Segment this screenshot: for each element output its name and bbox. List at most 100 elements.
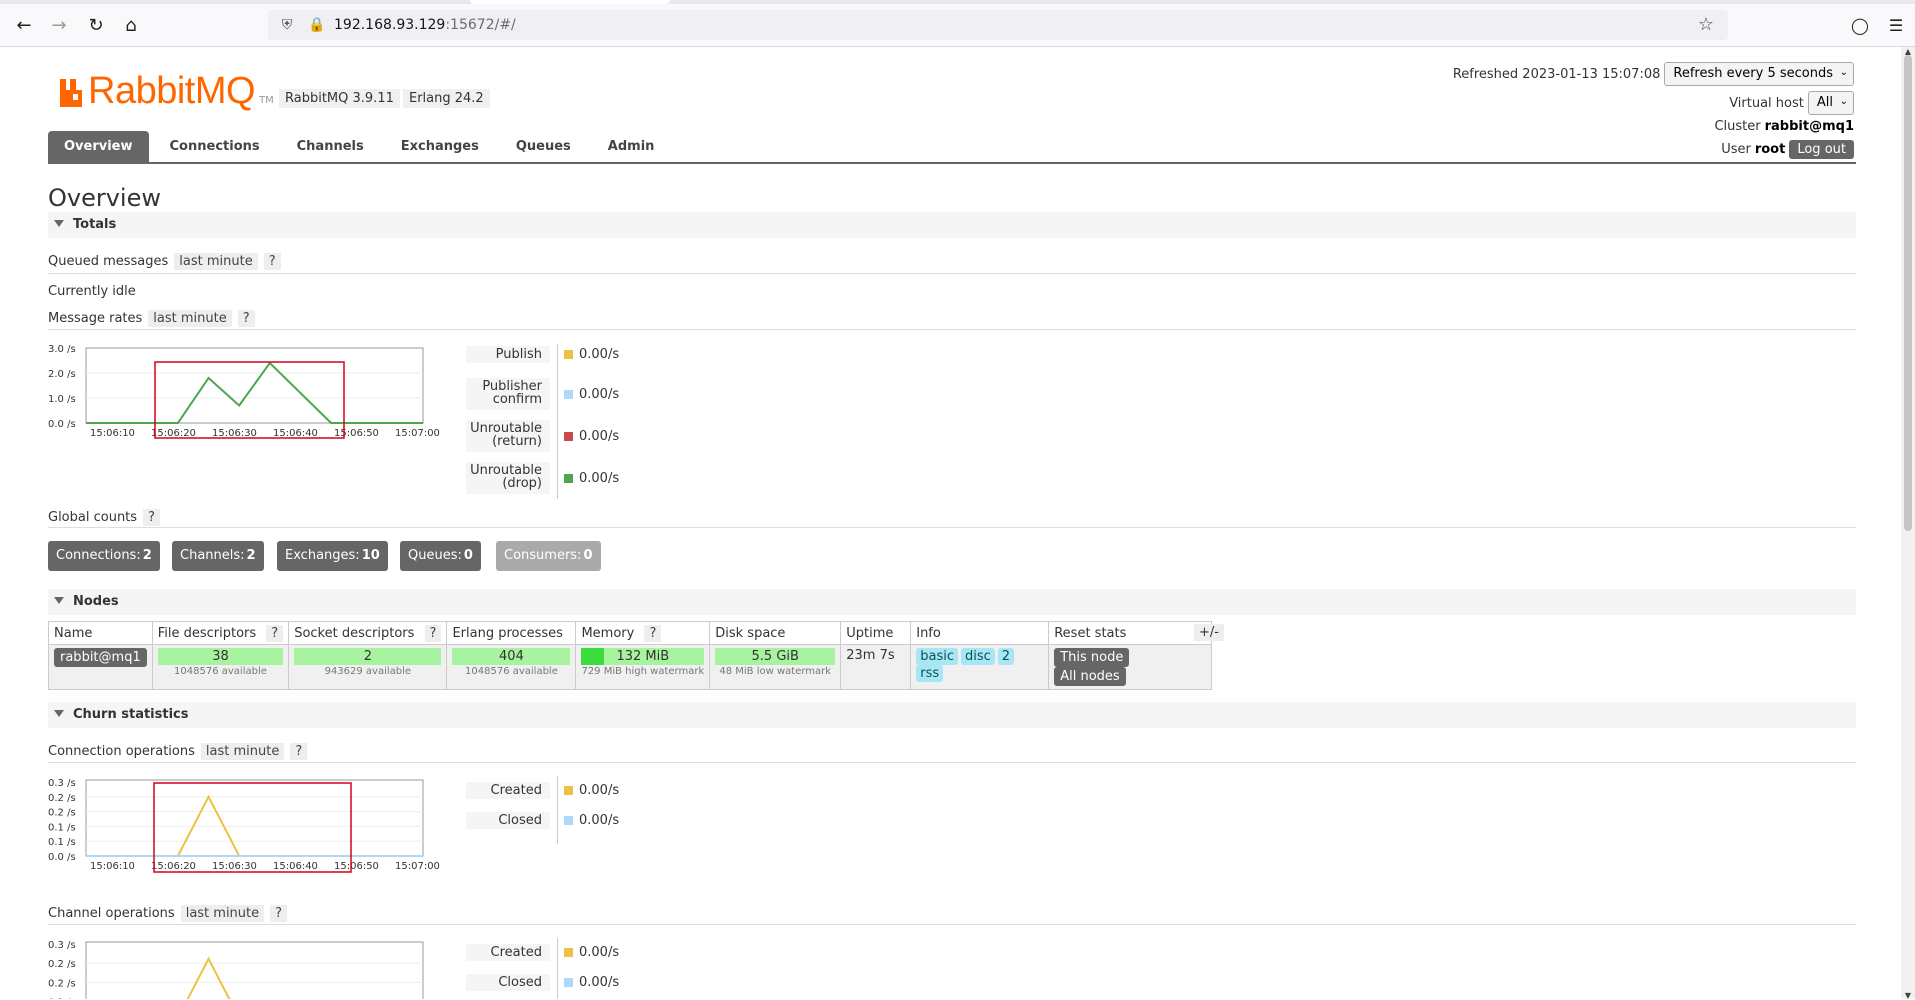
page-title: Overview	[48, 184, 161, 212]
scroll-thumb[interactable]	[1904, 55, 1912, 531]
scroll-up-icon[interactable]: ▲	[1903, 47, 1913, 56]
channel-ops-heading: Channel operations last minute ?	[48, 905, 288, 922]
info-badge[interactable]: 2	[997, 648, 1015, 665]
active-tab-edge[interactable]	[470, 0, 670, 4]
global-counts-heading: Global counts ?	[48, 509, 160, 526]
tab-connections[interactable]: Connections	[154, 131, 276, 163]
reset-this-node-button[interactable]: This node	[1054, 648, 1130, 667]
x-tick-label: 15:06:40	[273, 861, 318, 872]
legend-value: 0.00/s	[579, 470, 620, 486]
legend-name: Publisher confirm	[466, 378, 550, 410]
queued-range-pill[interactable]: last minute	[174, 253, 258, 270]
col-help-button[interactable]: ?	[644, 624, 662, 642]
back-icon[interactable]: ←	[11, 12, 37, 38]
cluster-name[interactable]: rabbit@mq1	[1765, 119, 1854, 134]
count-value: 2	[142, 548, 152, 563]
legend-name: Unroutable (return)	[466, 420, 550, 452]
vhost-select[interactable]: All ⌄	[1807, 91, 1854, 115]
fd-bar: 38	[157, 648, 284, 665]
toggle-columns-button[interactable]: +/-	[1194, 624, 1224, 641]
y-tick-label: 0.2 /s	[48, 978, 76, 989]
scroll-down-icon[interactable]: ▼	[1903, 991, 1913, 1000]
section-totals[interactable]: Totals	[48, 212, 1856, 238]
info-cell: basic disc 2 rss	[910, 644, 1050, 690]
lock-insecure-icon[interactable]: 🔒	[306, 14, 328, 36]
legend-row-publisher-confirm: Publisher confirm 0.00/s	[466, 378, 619, 410]
ep-bar: 404	[452, 648, 571, 665]
logo-trademark: TM	[259, 95, 274, 106]
tab-overview[interactable]: Overview	[48, 131, 149, 163]
col-header: Uptime	[840, 621, 912, 645]
logout-button[interactable]: Log out	[1789, 140, 1854, 159]
global-counts-help-button[interactable]: ?	[143, 509, 160, 526]
y-tick-label: 3.0 /s	[48, 344, 76, 355]
page-scrollbar[interactable]: ▲ ▼	[1901, 47, 1915, 1000]
refresh-interval-select[interactable]: Refresh every 5 seconds ⌄	[1664, 62, 1854, 86]
count-label: Consumers:	[504, 548, 582, 563]
chevron-down-icon: ⌄	[1839, 96, 1848, 107]
info-badge[interactable]: basic	[916, 648, 958, 665]
rates-help-button[interactable]: ?	[237, 310, 255, 327]
legend-name: Closed	[466, 974, 550, 991]
rabbitmq-logo[interactable]: RabbitMQ TM	[58, 70, 274, 113]
url-text[interactable]: 192.168.93.129:15672/#/	[334, 17, 516, 33]
disk-bar: 5.5 GiB	[715, 648, 836, 665]
rates-range-pill[interactable]: last minute	[148, 310, 232, 327]
divider	[48, 924, 1856, 925]
tab-admin[interactable]: Admin	[592, 131, 671, 163]
count-value: 0	[583, 548, 593, 563]
consumers-count-button[interactable]: Consumers: 0	[496, 541, 601, 571]
y-tick-label: 1.0 /s	[48, 394, 76, 405]
menu-icon[interactable]: ☰	[1883, 12, 1909, 38]
message-rates-chart: 3.0 /s2.0 /s1.0 /s0.0 /s15:06:10 15:06:20…	[48, 344, 440, 439]
queued-help-button[interactable]: ?	[263, 253, 281, 270]
conn-help-button[interactable]: ?	[290, 743, 308, 760]
channel-ops-label: Channel operations	[48, 906, 175, 921]
x-tick-label: 15:06:20	[151, 861, 196, 872]
tab-exchanges[interactable]: Exchanges	[385, 131, 495, 163]
chan-help-button[interactable]: ?	[270, 905, 288, 922]
bookmark-star-icon[interactable]: ☆	[1698, 14, 1714, 35]
legend-swatch	[564, 389, 573, 399]
y-tick-label: 0.1 /s	[48, 822, 76, 833]
reload-icon[interactable]: ↻	[83, 12, 109, 38]
collapse-triangle-icon[interactable]	[54, 710, 64, 717]
conn-range-pill[interactable]: last minute	[200, 743, 285, 760]
col-help-button[interactable]: ?	[424, 624, 442, 642]
col-help-button[interactable]: ?	[266, 624, 284, 642]
browser-toolbar: ← → ↻ ⌂ ⛨ 🔒 192.168.93.129:15672/#/ ☆ ◯ …	[0, 0, 1915, 47]
chan-range-pill[interactable]: last minute	[180, 905, 265, 922]
url-path: :15672/#/	[445, 17, 516, 33]
legend-name: Closed	[466, 812, 550, 829]
exchanges-count-button[interactable]: Exchanges: 10	[277, 541, 388, 571]
chart-plot-area	[85, 941, 424, 999]
queues-count-button[interactable]: Queues: 0	[400, 541, 481, 571]
channels-count-button[interactable]: Channels: 2	[172, 541, 264, 571]
forward-icon[interactable]: →	[46, 12, 72, 38]
legend-row-created: Created 0.00/s	[466, 944, 619, 961]
reset-all-nodes-button[interactable]: All nodes	[1054, 667, 1126, 686]
shield-icon[interactable]: ⛨	[276, 14, 298, 36]
connections-count-button[interactable]: Connections: 2	[48, 541, 160, 571]
tab-channels[interactable]: Channels	[281, 131, 380, 163]
sd-cell: 2 943629 available	[288, 644, 448, 690]
collapse-triangle-icon[interactable]	[54, 220, 64, 227]
node-link[interactable]: rabbit@mq1	[54, 648, 147, 667]
address-bar[interactable]: ⛨ 🔒 192.168.93.129:15672/#/ ☆	[268, 10, 1728, 40]
info-badge[interactable]: disc	[961, 648, 995, 665]
info-badge[interactable]: rss	[916, 665, 944, 682]
queued-messages-heading: Queued messages last minute ?	[48, 253, 281, 270]
reset-cell: This nodeAll nodes	[1048, 644, 1213, 690]
col-header-text: Socket descriptors	[294, 625, 415, 641]
count-label: Connections:	[56, 548, 141, 563]
x-tick-label: 15:06:10	[90, 428, 135, 439]
collapse-triangle-icon[interactable]	[54, 597, 64, 604]
home-icon[interactable]: ⌂	[118, 12, 144, 38]
tab-queues[interactable]: Queues	[500, 131, 587, 163]
fd-available: 1048576 available	[174, 666, 267, 677]
section-churn[interactable]: Churn statistics	[48, 702, 1856, 728]
legend-value: 0.00/s	[579, 945, 620, 960]
pocket-icon[interactable]: ◯	[1847, 12, 1873, 38]
section-nodes[interactable]: Nodes	[48, 589, 1856, 615]
tab-strip	[0, 0, 1915, 4]
